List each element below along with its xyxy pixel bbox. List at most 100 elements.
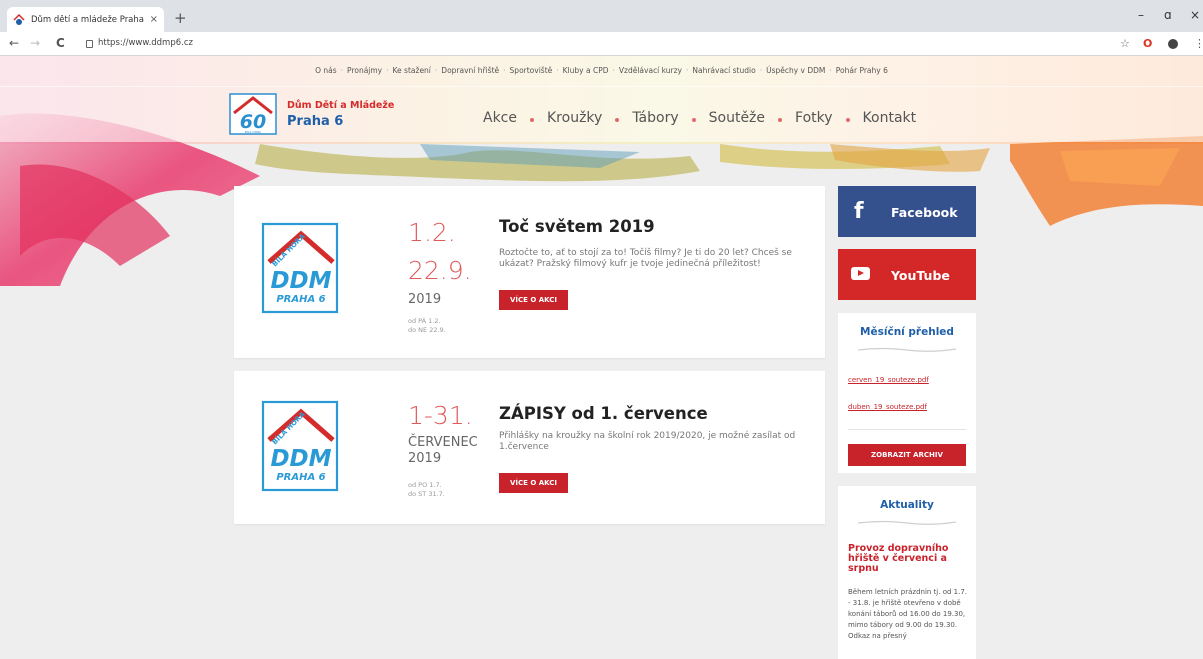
- top-nav-link[interactable]: Dopravní hřiště: [441, 66, 499, 75]
- facebook-label: Facebook: [891, 205, 958, 220]
- ddm-praha6-logo: BÍLÁ HORA DDM PRAHA 6: [261, 400, 339, 492]
- top-nav-link[interactable]: Nahrávací studio: [692, 66, 755, 75]
- divider: [848, 429, 966, 430]
- event-year: 2019: [408, 451, 442, 466]
- show-archive-button[interactable]: ZOBRAZIT ARCHIV: [848, 444, 966, 466]
- url-field[interactable]: https://www.ddmp6.cz: [86, 38, 193, 48]
- event-title[interactable]: ZÁPISY od 1. července: [499, 404, 708, 423]
- browser-menu-icon[interactable]: ⋮: [1194, 37, 1203, 50]
- event-to: do ST 31.7.: [408, 490, 445, 498]
- nav-separator: ·: [340, 66, 344, 75]
- tab-title: Dům dětí a mládeže Praha 6: [31, 14, 146, 25]
- nav-separator: ·: [386, 66, 389, 75]
- nav-separator: ·: [759, 66, 763, 75]
- tab-close-icon[interactable]: ×: [150, 14, 158, 25]
- maximize-icon[interactable]: ɑ: [1164, 8, 1172, 22]
- event-from: od PO 1.7.: [408, 481, 442, 489]
- nav-separator: ·: [685, 66, 689, 75]
- top-nav-link[interactable]: Úspěchy v DDM: [766, 66, 825, 75]
- youtube-button[interactable]: YouTube: [838, 249, 976, 300]
- event-date-start: 1.2.: [408, 218, 456, 247]
- nav-dot-separator: [615, 118, 620, 122]
- profile-avatar[interactable]: [1168, 39, 1178, 49]
- event-description: Roztočte to, ať to stojí za to! Točíš fi…: [499, 248, 792, 269]
- news-item-text: Během letních prázdnin tj. od 1.7. - 31.…: [848, 588, 968, 640]
- event-date-end: 22.9.: [408, 256, 472, 285]
- main-nav-link[interactable]: Tábory: [632, 110, 678, 126]
- nav-dot-separator: [691, 118, 696, 122]
- new-tab-icon[interactable]: +: [174, 9, 187, 27]
- event-title[interactable]: Toč světem 2019: [499, 217, 655, 236]
- nav-separator: ·: [556, 66, 559, 75]
- top-nav-link[interactable]: Pohár Prahy 6: [836, 66, 888, 75]
- forward-icon[interactable]: →: [30, 36, 40, 50]
- event-to: do NE 22.9.: [408, 326, 446, 334]
- decorative-squiggle: [858, 347, 956, 352]
- news-item-title[interactable]: Provoz dopravního hřiště v červenci a sr…: [848, 544, 970, 574]
- nav-separator: ·: [434, 66, 438, 75]
- top-nav-link[interactable]: Kluby a CPD: [563, 66, 609, 75]
- url-text: https://www.ddmp6.cz: [98, 38, 193, 48]
- event-from: od PÁ 1.2.: [408, 317, 441, 325]
- ddm-60-logo[interactable]: 60 BÍLÁ HORA: [229, 93, 277, 135]
- facebook-icon: f: [854, 199, 864, 224]
- top-nav-link[interactable]: Sportoviště: [510, 66, 553, 75]
- event-card: BÍLÁ HORA DDM PRAHA 6 1.2. 22.9. 2019 od…: [234, 186, 825, 358]
- more-about-event-button[interactable]: VÍCE O AKCI: [499, 473, 569, 493]
- web-page: O nás · Pronájmy · Ke stažení · Dopravní hřišt…: [0, 56, 1203, 659]
- brand-name[interactable]: Dům Dětí a Mládeže: [287, 100, 394, 111]
- ddm-praha6-logo: BÍLÁ HORA DDM PRAHA 6: [261, 222, 339, 314]
- main-navigation: Akce Kroužky Tábory Soutěže Fotky Kontakt: [483, 110, 916, 126]
- close-window-icon[interactable]: ×: [1190, 8, 1200, 22]
- lock-icon: [86, 40, 93, 48]
- top-nav-link[interactable]: O nás: [315, 66, 337, 75]
- main-nav-link[interactable]: Fotky: [795, 110, 833, 126]
- address-bar: ← → C https://www.ddmp6.cz ☆ O ⋮: [0, 32, 1203, 56]
- main-nav-link[interactable]: Soutěže: [709, 110, 765, 126]
- logo-ddm-text: DDM: [270, 268, 331, 294]
- monthly-overview-title: Měsíční přehled: [860, 326, 954, 338]
- logo-ddm-text: DDM: [270, 446, 331, 472]
- reload-icon[interactable]: C: [56, 36, 65, 50]
- nav-separator: ·: [829, 66, 832, 75]
- top-nav-link[interactable]: Vzdělávací kurzy: [619, 66, 682, 75]
- nav-separator: ·: [612, 66, 615, 75]
- decorative-squiggle: [858, 520, 956, 525]
- event-year: 2019: [408, 292, 442, 307]
- main-nav-link[interactable]: Kontakt: [863, 110, 917, 126]
- pdf-link-april[interactable]: duben_19_souteze.pdf: [848, 403, 927, 411]
- logo-praha-text: PRAHA 6: [276, 294, 325, 305]
- logo-small-text: BÍLÁ HORA: [245, 129, 262, 134]
- monthly-overview-box: Měsíční přehled cerven_19_souteze.pdf du…: [838, 313, 976, 473]
- youtube-icon: [851, 267, 870, 280]
- top-navigation: O nás · Pronájmy · Ke stažení · Dopravní hřišt…: [0, 66, 1203, 75]
- event-card: BÍLÁ HORA DDM PRAHA 6 1-31. ČERVENEC 201…: [234, 371, 825, 524]
- browser-tab[interactable]: Dům dětí a mládeže Praha 6 ×: [7, 7, 164, 32]
- browser-tab-bar: Dům dětí a mládeže Praha 6 × + – ɑ ×: [0, 0, 1203, 32]
- top-nav-link[interactable]: Pronájmy: [347, 66, 382, 75]
- divider: [0, 86, 1203, 87]
- main-nav-link[interactable]: Kroužky: [547, 110, 602, 126]
- more-about-event-button[interactable]: VÍCE O AKCI: [499, 290, 569, 310]
- minimize-icon[interactable]: –: [1138, 8, 1144, 22]
- event-month: ČERVENEC: [408, 435, 478, 450]
- news-title: Aktuality: [880, 499, 934, 511]
- nav-dot-separator: [530, 118, 534, 122]
- youtube-label: YouTube: [891, 268, 950, 283]
- news-box: Aktuality Provoz dopravního hřiště v čer…: [838, 486, 976, 659]
- bookmark-star-icon[interactable]: ☆: [1120, 37, 1130, 50]
- event-description: Přihlášky na kroužky na školní rok 2019/…: [499, 431, 796, 452]
- nav-dot-separator: [845, 118, 850, 122]
- nav-separator: ·: [503, 66, 506, 75]
- back-icon[interactable]: ←: [9, 36, 19, 50]
- brand-city[interactable]: Praha 6: [287, 114, 343, 129]
- event-date-range: 1-31.: [408, 401, 473, 430]
- top-nav-link[interactable]: Ke stažení: [393, 66, 431, 75]
- opera-icon[interactable]: O: [1143, 37, 1152, 50]
- main-nav-link[interactable]: Akce: [483, 110, 517, 126]
- pdf-link-june[interactable]: cerven_19_souteze.pdf: [848, 376, 929, 384]
- facebook-button[interactable]: f Facebook: [838, 186, 976, 237]
- favicon-icon: [13, 13, 25, 25]
- nav-dot-separator: [778, 118, 783, 122]
- logo-praha-text: PRAHA 6: [276, 472, 325, 483]
